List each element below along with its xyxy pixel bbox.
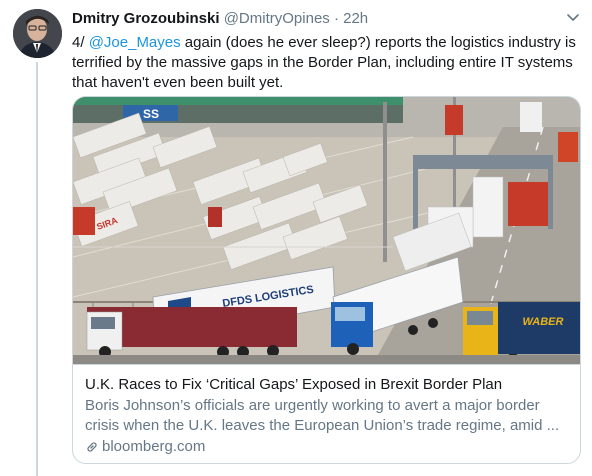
mention-link[interactable]: @Joe_Mayes [89, 34, 181, 51]
tweet-header: Dmitry Grozoubinski @DmitryOpines · 22h [72, 9, 582, 29]
tweet-text: 4/ @Joe_Mayes again (does he ever sleep?… [72, 33, 577, 93]
thread-line [36, 62, 38, 476]
avatar-image [13, 9, 62, 58]
card-description: Boris Johnson’s officials are urgently w… [85, 397, 560, 434]
chevron-down-icon[interactable] [566, 13, 580, 23]
author-name[interactable]: Dmitry Grozoubinski [72, 10, 220, 27]
card-title[interactable]: U.K. Races to Fix ‘Critical Gaps’ Expose… [85, 375, 568, 395]
card-domain-row[interactable]: bloomberg.com [85, 437, 568, 457]
right-truck-brand-text: WABER [523, 316, 564, 328]
card-domain: bloomberg.com [102, 438, 206, 455]
card-body[interactable]: U.K. Races to Fix ‘Critical Gaps’ Expose… [73, 364, 580, 463]
avatar[interactable] [13, 9, 62, 58]
link-icon [87, 442, 97, 452]
timestamp[interactable]: 22h [343, 10, 368, 27]
author-handle[interactable]: @DmitryOpines [224, 10, 330, 27]
link-card[interactable]: SS SIRA DFDS LOGISTICS WABER U.K. Races … [72, 96, 581, 464]
building-sign-text: SS [143, 107, 159, 121]
separator-dot: · [333, 10, 339, 27]
card-image[interactable]: SS SIRA DFDS LOGISTICS WABER [73, 97, 580, 364]
truck-yard-photo: SS SIRA DFDS LOGISTICS WABER [73, 97, 580, 364]
tweet-text-prefix: 4/ [72, 34, 89, 51]
